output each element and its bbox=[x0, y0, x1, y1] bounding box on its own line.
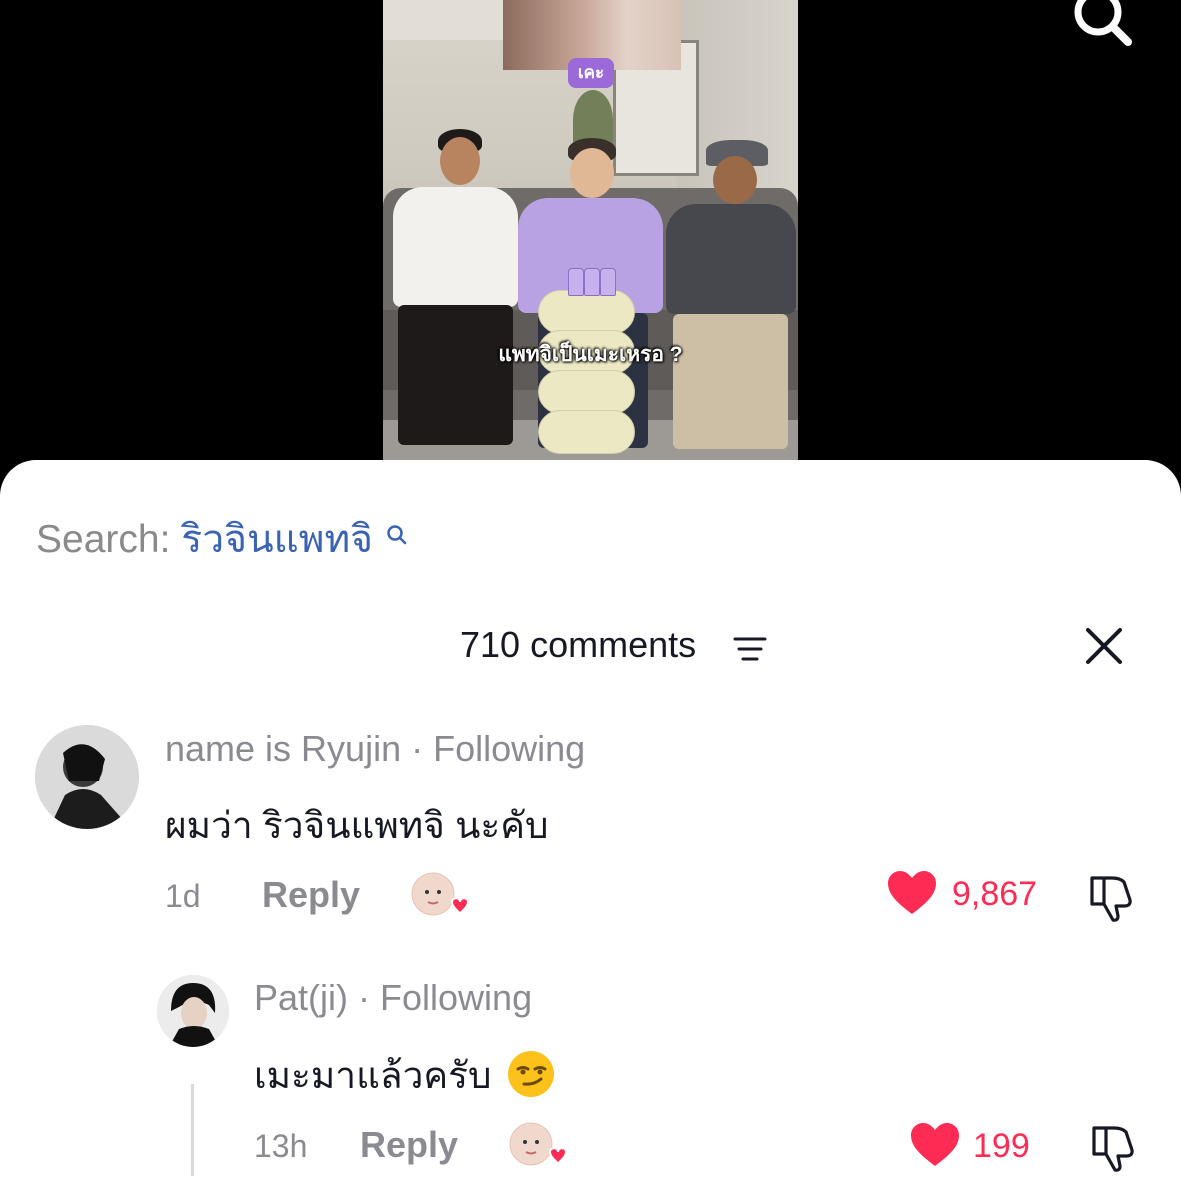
sort-icon[interactable] bbox=[733, 636, 767, 667]
username-text[interactable]: name is Ryujin bbox=[165, 728, 401, 769]
creator-liked-icon bbox=[410, 870, 470, 918]
heart-icon bbox=[888, 871, 936, 914]
avatar[interactable] bbox=[157, 975, 229, 1047]
close-icon[interactable] bbox=[1080, 622, 1128, 670]
search-suggestion[interactable]: Search: ริวจินแพทจิ bbox=[36, 508, 408, 570]
creator-liked-icon bbox=[508, 1120, 568, 1168]
search-label: Search: bbox=[36, 518, 171, 561]
search-icon bbox=[386, 512, 408, 556]
video-caption-tag: เคะ bbox=[568, 58, 614, 88]
search-term-link[interactable]: ริวจินแพทจิ bbox=[181, 518, 373, 561]
comment-text: เมะมาแล้วครับ bbox=[254, 1046, 556, 1108]
comment-username[interactable]: Pat(ji) · Following bbox=[254, 977, 532, 1019]
reply-button[interactable]: Reply bbox=[360, 1124, 458, 1166]
video-person-right bbox=[658, 138, 798, 458]
following-label: · Following bbox=[411, 728, 586, 769]
video-frame[interactable]: เคะ แพทจิเป็นเมะเหรอ ? bbox=[383, 0, 798, 470]
comments-sheet: Search: ริวจินแพทจิ 710 comments name is… bbox=[0, 460, 1181, 1200]
like-count: 199 bbox=[973, 1127, 1030, 1165]
video-bottle bbox=[600, 268, 616, 296]
comment-time: 13h bbox=[254, 1128, 308, 1164]
heart-icon bbox=[911, 1123, 959, 1166]
like-count: 9,867 bbox=[952, 875, 1038, 913]
avatar[interactable] bbox=[35, 725, 139, 829]
video-bottle bbox=[568, 268, 584, 296]
dislike-icon[interactable] bbox=[1086, 872, 1138, 924]
comment-text: ผมว่า ริวจินแพทจิ นะคับ bbox=[165, 805, 549, 846]
reply-button[interactable]: Reply bbox=[262, 874, 360, 916]
comment-time: 1d bbox=[165, 878, 201, 914]
video-pedestal bbox=[538, 290, 635, 460]
smirk-emoji-icon bbox=[506, 1049, 556, 1108]
comment-username[interactable]: name is Ryujin · Following bbox=[165, 728, 585, 770]
following-label: · Following bbox=[358, 977, 533, 1018]
reply-thread-line bbox=[191, 1084, 194, 1176]
like-button[interactable]: 199 bbox=[909, 1122, 1049, 1172]
comment-count: 710 comments bbox=[460, 624, 697, 665]
search-icon[interactable] bbox=[1072, 0, 1132, 48]
username-text[interactable]: Pat(ji) bbox=[254, 977, 348, 1018]
like-button[interactable]: 9,867 bbox=[886, 870, 1046, 920]
dislike-icon[interactable] bbox=[1088, 1122, 1140, 1174]
comment-text-content: เมะมาแล้วครับ bbox=[254, 1055, 492, 1096]
video-bottle bbox=[584, 268, 600, 296]
video-player[interactable]: เคะ แพทจิเป็นเมะเหรอ ? bbox=[0, 0, 1181, 470]
comments-header: 710 comments bbox=[0, 624, 1181, 674]
video-caption: แพทจิเป็นเมะเหรอ ? bbox=[498, 343, 683, 366]
video-person-left bbox=[383, 125, 523, 455]
